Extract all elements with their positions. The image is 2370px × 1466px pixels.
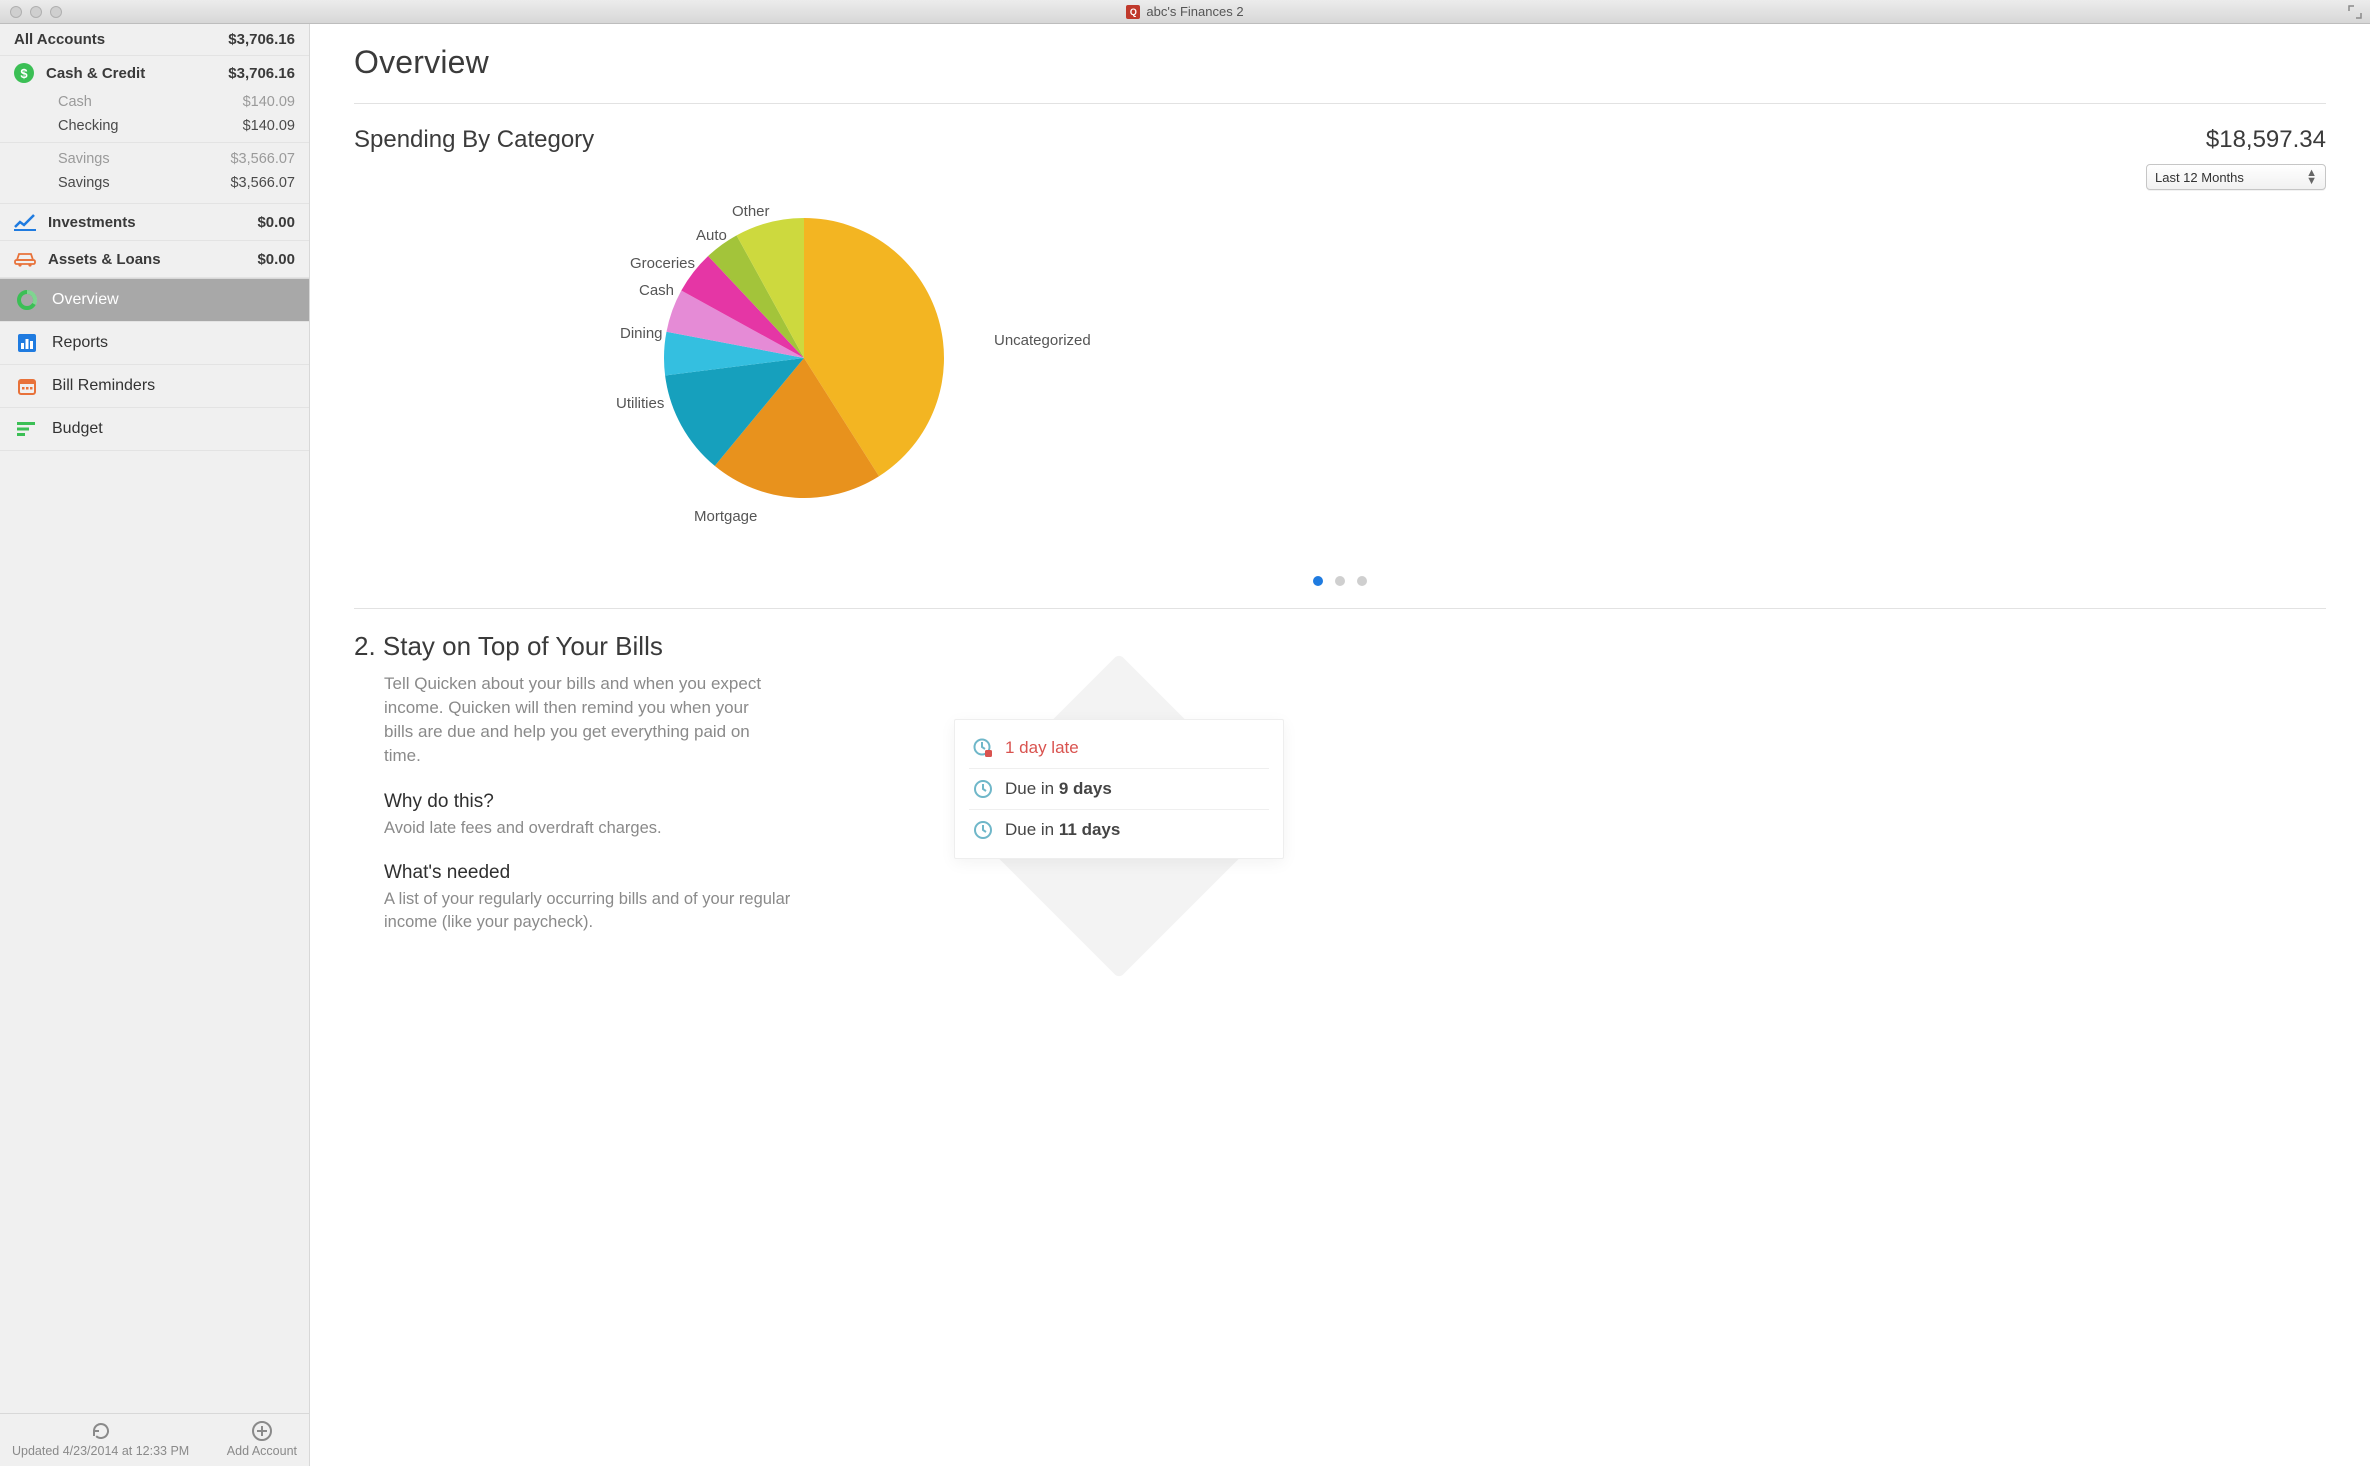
all-accounts-amount: $3,706.16 <box>228 31 295 48</box>
spending-chart[interactable]: Uncategorized Mortgage Utilities Dining Cash… <box>354 200 2326 570</box>
nav-overview[interactable]: Overview <box>0 278 309 321</box>
sidebar-cash-credit[interactable]: $ Cash & Credit $3,706.16 <box>0 56 309 90</box>
window-title: abc's Finances 2 <box>1146 4 1243 19</box>
window-titlebar: Q abc's Finances 2 <box>0 0 2370 24</box>
bills-preview-card: 1 day late Due in 9 days Due in 11 days <box>954 719 1284 859</box>
clock-icon <box>973 820 993 840</box>
spending-total: $18,597.34 <box>2146 126 2326 154</box>
what-heading: What's needed <box>384 862 914 884</box>
time-range-select[interactable]: Last 12 Months ▲▼ <box>2146 164 2326 190</box>
main-content: Overview Spending By Category $18,597.34… <box>310 24 2370 1466</box>
account-name: Savings <box>58 175 110 191</box>
chart-label: Groceries <box>630 255 695 272</box>
nav-reports-label: Reports <box>52 334 108 352</box>
chart-label: Cash <box>639 282 674 299</box>
group-header: Savings <box>58 151 110 167</box>
account-name: Checking <box>58 118 118 134</box>
overview-icon <box>16 289 38 311</box>
what-text: A list of your regularly occurring bills… <box>384 888 804 935</box>
updated-label: Updated 4/23/2014 at 12:33 PM <box>12 1444 189 1458</box>
nav-bill-reminders[interactable]: Bill Reminders <box>0 364 309 407</box>
car-icon <box>14 248 36 270</box>
donut-chart <box>654 208 954 508</box>
add-account-label[interactable]: Add Account <box>227 1444 297 1458</box>
chart-label: Other <box>732 203 770 220</box>
nav-budget-label: Budget <box>52 420 103 438</box>
investments-label: Investments <box>48 214 136 231</box>
account-amount: $3,566.07 <box>230 175 295 191</box>
bill-due-text: Due in 9 days <box>1005 779 1112 799</box>
nav-bill-reminders-label: Bill Reminders <box>52 377 155 395</box>
donut-hole <box>448 294 560 406</box>
account-row-checking[interactable]: Checking $140.09 <box>0 114 309 138</box>
window-controls <box>0 6 62 18</box>
fullscreen-icon[interactable] <box>2348 5 2362 19</box>
zoom-window-icon[interactable] <box>50 6 62 18</box>
bill-row-2: Due in 11 days <box>969 809 1269 850</box>
account-group: Cash $140.09 <box>0 90 309 114</box>
clock-late-icon <box>973 738 993 758</box>
sidebar-all-accounts[interactable]: All Accounts $3,706.16 <box>0 24 309 56</box>
section-2-title: 2. Stay on Top of Your Bills <box>354 631 914 662</box>
nav-reports[interactable]: Reports <box>0 321 309 364</box>
pager-dot-2[interactable] <box>1335 576 1345 586</box>
chart-label: Mortgage <box>694 508 757 525</box>
minimize-window-icon[interactable] <box>30 6 42 18</box>
cash-credit-label: Cash & Credit <box>46 65 145 82</box>
add-icon[interactable] <box>251 1420 273 1442</box>
cash-credit-amount: $3,706.16 <box>228 65 295 82</box>
pager-dot-3[interactable] <box>1357 576 1367 586</box>
close-window-icon[interactable] <box>10 6 22 18</box>
divider <box>354 608 2326 609</box>
assets-loans-amount: $0.00 <box>257 251 295 268</box>
sidebar-footer: Updated 4/23/2014 at 12:33 PM Add Accoun… <box>0 1413 309 1466</box>
chart-label: Auto <box>696 227 727 244</box>
chart-label: Utilities <box>616 395 664 412</box>
chart-label: Dining <box>620 325 663 342</box>
select-updown-icon: ▲▼ <box>2306 169 2317 185</box>
bill-due-text: Due in 11 days <box>1005 820 1120 840</box>
section-2-desc: Tell Quicken about your bills and when y… <box>354 672 774 769</box>
sidebar-investments[interactable]: Investments $0.00 <box>0 204 309 241</box>
account-row-savings[interactable]: Savings $3,566.07 <box>0 171 309 195</box>
group-header-amount: $3,566.07 <box>230 151 295 167</box>
page-title: Overview <box>354 44 2326 81</box>
investments-amount: $0.00 <box>257 214 295 231</box>
group-header-amount: $140.09 <box>243 94 295 110</box>
calendar-icon <box>16 375 38 397</box>
bill-row-late: 1 day late <box>969 728 1269 768</box>
nav-budget[interactable]: Budget <box>0 407 309 451</box>
account-amount: $140.09 <box>243 118 295 134</box>
divider <box>354 103 2326 104</box>
nav-overview-label: Overview <box>52 291 119 309</box>
refresh-icon[interactable] <box>90 1420 112 1442</box>
bill-row-1: Due in 9 days <box>969 768 1269 809</box>
account-group: Savings $3,566.07 <box>0 147 309 171</box>
bill-late-text: 1 day late <box>1005 738 1079 758</box>
why-heading: Why do this? <box>384 791 914 813</box>
time-range-value: Last 12 Months <box>2155 170 2244 185</box>
assets-loans-label: Assets & Loans <box>48 251 161 268</box>
all-accounts-label: All Accounts <box>14 31 105 48</box>
pager-dot-1[interactable] <box>1313 576 1323 586</box>
reports-icon <box>16 332 38 354</box>
budget-icon <box>16 418 38 440</box>
sidebar-assets-loans[interactable]: Assets & Loans $0.00 <box>0 241 309 278</box>
why-text: Avoid late fees and overdraft charges. <box>384 817 804 840</box>
dollar-icon: $ <box>14 63 34 83</box>
sidebar: All Accounts $3,706.16 $ Cash & Credit $… <box>0 24 310 1466</box>
investments-icon <box>14 211 36 233</box>
app-icon: Q <box>1126 5 1140 19</box>
chart-pager <box>354 576 2326 586</box>
chart-label: Uncategorized <box>994 332 1091 349</box>
group-header: Cash <box>58 94 92 110</box>
spending-heading: Spending By Category <box>354 126 594 154</box>
clock-icon <box>973 779 993 799</box>
